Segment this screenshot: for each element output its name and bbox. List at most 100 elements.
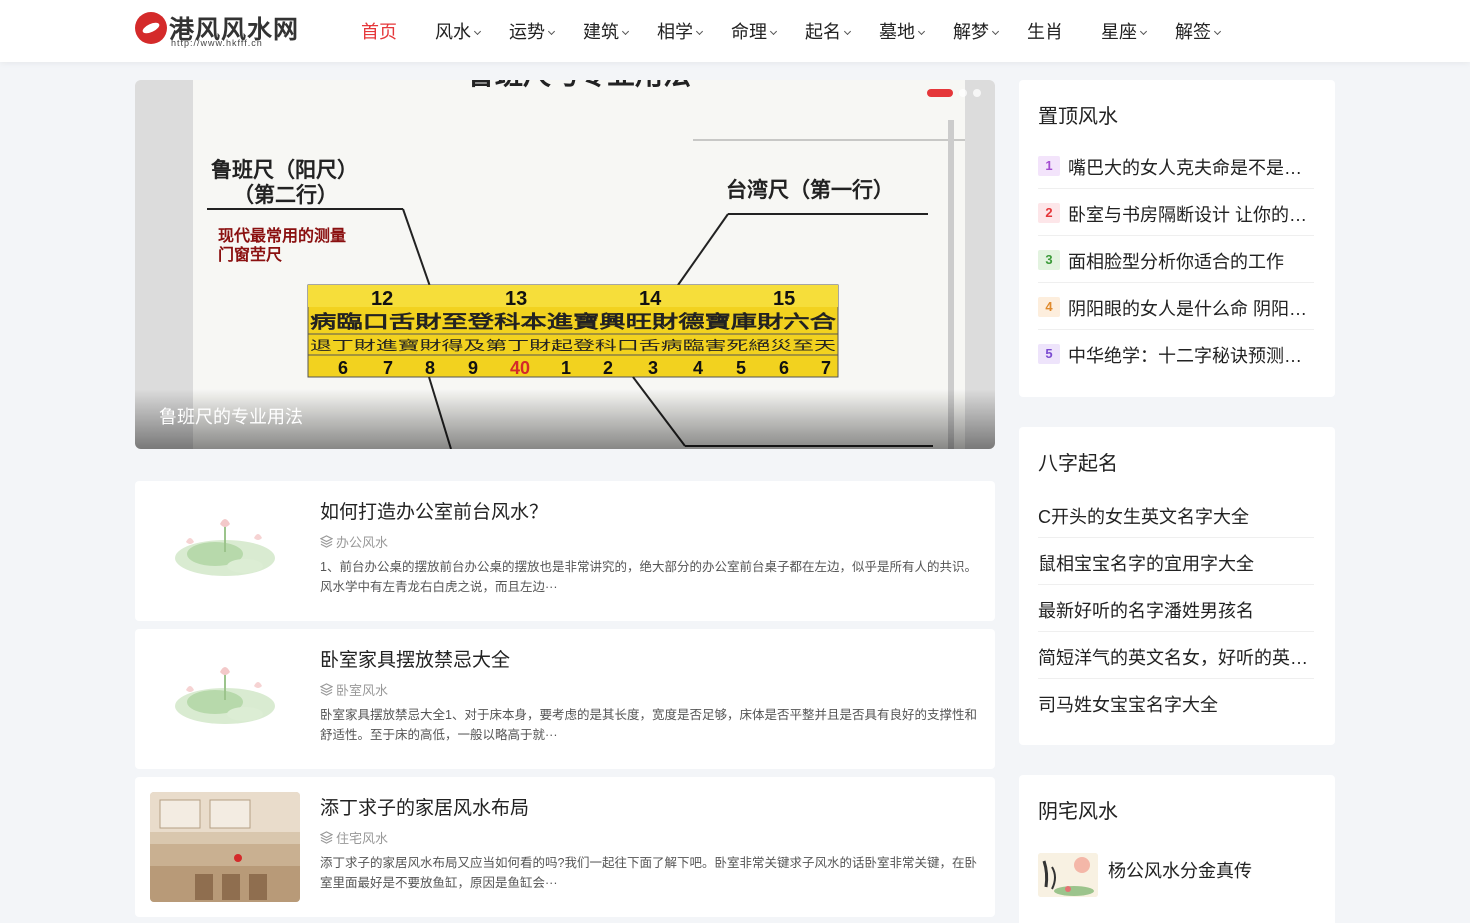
nav-item-fengshui[interactable]: 风水 — [435, 18, 482, 44]
fengshui-art-image — [1038, 853, 1098, 897]
list-item[interactable]: 杨公风水分金真传 — [1038, 853, 1314, 897]
panel-title: 八字起名 — [1038, 453, 1118, 475]
article-category[interactable]: 住宅风水 — [320, 828, 388, 847]
list-item[interactable]: C开头的女生英文名字大全 — [1038, 491, 1314, 538]
rank-badge: 2 — [1038, 203, 1060, 223]
svg-text:8: 8 — [425, 358, 435, 378]
svg-text:2: 2 — [603, 358, 613, 378]
article-title[interactable]: 添丁求子的家居风水布局 — [320, 793, 529, 820]
hero-slider[interactable]: 鲁班尺与专业用法 鲁班尺（阳尺） （第二行） 现代最常用的测量 门窗茔尺 台湾尺… — [135, 80, 995, 449]
list-item-link[interactable]: 简短洋气的英文名女，好听的英文名字 — [1038, 644, 1314, 670]
svg-text:14: 14 — [639, 288, 662, 310]
list-item-link[interactable]: C开头的女生英文名字大全 — [1038, 503, 1314, 529]
site-logo[interactable]: 港风风水网 http://www.hkfff.cn — [135, 10, 311, 50]
nav-item-home[interactable]: 首页 — [361, 18, 397, 44]
article-excerpt: 卧室家具摆放禁忌大全1、对于床本身，要考虑的是其长度，宽度是否足够，床体是否平整… — [320, 708, 977, 742]
article-thumbnail[interactable] — [1038, 853, 1098, 897]
rank-badge: 5 — [1038, 344, 1060, 364]
article-category-label: 卧室风水 — [336, 683, 389, 698]
site-header: 港风风水网 http://www.hkfff.cn 首页 风水 运势 建筑 相学… — [0, 0, 1470, 62]
slider-dots — [927, 89, 981, 97]
list-item[interactable]: 1 嘴巴大的女人克夫命是不是真的 — [1038, 142, 1314, 189]
article-thumbnail[interactable] — [150, 792, 300, 902]
rank-badge: 4 — [1038, 297, 1060, 317]
list-item-link[interactable]: 卧室与书房隔断设计 让你的卧室与书房更好 — [1068, 201, 1314, 227]
article-card[interactable]: 卧室家具摆放禁忌大全 卧室风水 卧室家具摆放禁忌大全1、对于床本身，要考虑的是其… — [135, 629, 995, 769]
article-category[interactable]: 办公风水 — [320, 532, 388, 551]
lotus-leaf-image — [175, 519, 275, 576]
nav-item-constellation[interactable]: 星座 — [1101, 18, 1148, 44]
chevron-down-icon — [621, 27, 630, 36]
article-thumbnail[interactable] — [150, 644, 300, 754]
svg-text:6: 6 — [779, 358, 789, 378]
svg-text:12: 12 — [371, 288, 393, 310]
list-item-link[interactable]: 杨公风水分金真传 — [1108, 857, 1252, 883]
slider-dot-3[interactable] — [973, 89, 981, 97]
list-item-link[interactable]: 最新好听的名字潘姓男孩名 — [1038, 597, 1314, 623]
article-excerpt: 1、前台办公桌的摆放前台办公桌的摆放也是非常讲究的，绝大部分的办公室前台桌子都在… — [320, 560, 977, 594]
slider-dot-1[interactable] — [927, 89, 953, 97]
yinzhai-panel: 阴宅风水 杨公风水分金真传 — [1019, 775, 1335, 923]
chevron-down-icon — [695, 27, 704, 36]
list-item[interactable]: 鼠相宝宝名字的宜用字大全 — [1038, 538, 1314, 585]
article-category-label: 住宅风水 — [336, 831, 389, 846]
nav-item-divination[interactable]: 解签 — [1175, 18, 1222, 44]
slide-heading: 鲁班尺与专业用法 — [467, 80, 691, 91]
svg-text:7: 7 — [383, 358, 393, 378]
label-luban-yang: 鲁班尺（阳尺） — [211, 157, 358, 182]
nav-item-cemetery[interactable]: 墓地 — [879, 18, 926, 44]
article-category[interactable]: 卧室风水 — [320, 680, 388, 699]
label-taiwan-ruler: 台湾尺（第一行） — [726, 177, 894, 202]
list-item[interactable]: 2 卧室与书房隔断设计 让你的卧室与书房更好 — [1038, 189, 1314, 236]
bazi-naming-list: C开头的女生英文名字大全 鼠相宝宝名字的宜用字大全 最新好听的名字潘姓男孩名 简… — [1038, 491, 1314, 726]
list-item-link[interactable]: 阴阳眼的女人是什么命 阴阳眼的女人命运 — [1068, 295, 1314, 321]
svg-text:7: 7 — [821, 358, 831, 378]
list-item[interactable]: 简短洋气的英文名女，好听的英文名字 — [1038, 632, 1314, 679]
svg-text:40: 40 — [510, 358, 530, 378]
article-category-label: 办公风水 — [336, 535, 389, 550]
label-modern-measure: 现代最常用的测量 — [218, 226, 346, 245]
article-thumbnail[interactable] — [150, 496, 300, 606]
nav-item-dreams[interactable]: 解梦 — [953, 18, 1000, 44]
svg-text:9: 9 — [468, 358, 478, 378]
svg-text:15: 15 — [773, 288, 795, 310]
article-title[interactable]: 如何打造办公室前台风水？ — [320, 497, 548, 524]
nav-item-fortune[interactable]: 运势 — [509, 18, 556, 44]
list-item-link[interactable]: 司马姓女宝宝名字大全 — [1038, 691, 1314, 717]
slider-dot-2[interactable] — [959, 89, 967, 97]
list-item-link[interactable]: 中华绝学：十二字秘诀预测吉凶 — [1068, 342, 1314, 368]
nav-item-zodiac-animals[interactable]: 生肖 — [1027, 18, 1063, 44]
list-item-link[interactable]: 嘴巴大的女人克夫命是不是真的 — [1068, 154, 1314, 180]
nav-item-destiny[interactable]: 命理 — [731, 18, 778, 44]
list-item-link[interactable]: 面相脸型分析你适合的工作 — [1068, 248, 1314, 274]
article-title[interactable]: 卧室家具摆放禁忌大全 — [320, 645, 510, 672]
nav-item-architecture[interactable]: 建筑 — [583, 18, 630, 44]
chevron-down-icon — [473, 27, 482, 36]
list-item[interactable]: 最新好听的名字潘姓男孩名 — [1038, 585, 1314, 632]
list-item[interactable]: 3 面相脸型分析你适合的工作 — [1038, 236, 1314, 283]
slide-caption[interactable]: 鲁班尺的专业用法 — [159, 403, 303, 429]
label-door-window: 门窗茔尺 — [218, 245, 282, 264]
svg-text:4: 4 — [693, 358, 703, 378]
article-card[interactable]: 如何打造办公室前台风水？ 办公风水 1、前台办公桌的摆放前台办公桌的摆放也是非常… — [135, 481, 995, 621]
list-item-link[interactable]: 鼠相宝宝名字的宜用字大全 — [1038, 550, 1314, 576]
list-item[interactable]: 5 中华绝学：十二字秘诀预测吉凶 — [1038, 330, 1314, 377]
article-excerpt: 添丁求子的家居风水布局又应当如何看的吗?我们一起往下面了解下吧。卧室非常关键求子… — [320, 856, 977, 890]
lotus-leaf-image — [175, 667, 275, 724]
nav-item-naming[interactable]: 起名 — [805, 18, 852, 44]
chevron-down-icon — [1213, 27, 1222, 36]
rank-badge: 1 — [1038, 156, 1060, 176]
nav-item-physiognomy[interactable]: 相学 — [657, 18, 704, 44]
layers-icon — [320, 831, 333, 844]
list-item[interactable]: 司马姓女宝宝名字大全 — [1038, 679, 1314, 726]
chevron-down-icon — [1139, 27, 1148, 36]
kitchen-interior-image — [150, 792, 300, 902]
svg-text:6: 6 — [338, 358, 348, 378]
panel-title: 阴宅风水 — [1038, 801, 1118, 823]
layers-icon — [320, 535, 333, 548]
layers-icon — [320, 683, 333, 696]
article-card[interactable]: 添丁求子的家居风水布局 住宅风水 添丁求子的家居风水布局又应当如何看的吗?我们一… — [135, 777, 995, 917]
label-second-row: （第二行） — [233, 182, 338, 207]
list-item[interactable]: 4 阴阳眼的女人是什么命 阴阳眼的女人命运 — [1038, 283, 1314, 330]
panel-title: 置顶风水 — [1038, 106, 1118, 128]
